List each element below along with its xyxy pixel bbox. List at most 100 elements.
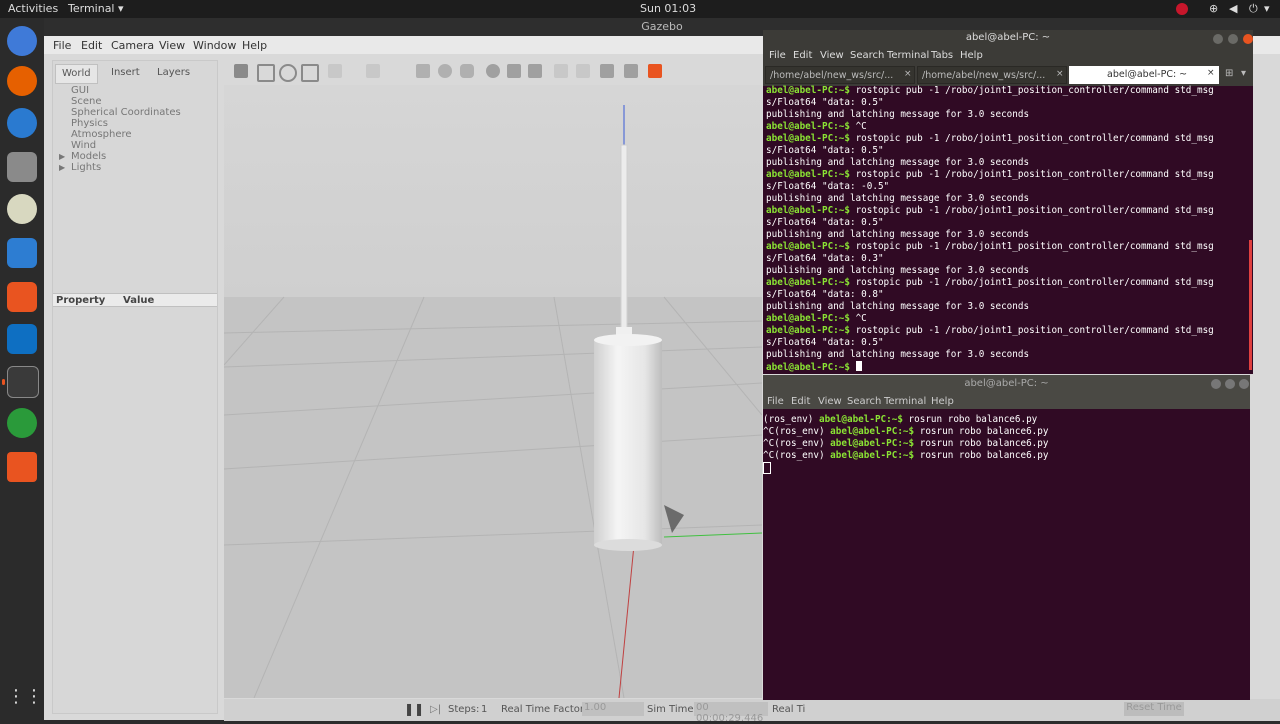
menu-file[interactable]: File xyxy=(53,39,71,52)
point-light-icon[interactable] xyxy=(486,64,500,78)
network-icon[interactable]: ⊕ xyxy=(1209,2,1218,15)
menu-edit[interactable]: Edit xyxy=(81,39,102,52)
tree-item-scene[interactable]: Scene xyxy=(71,96,102,107)
close-icon[interactable] xyxy=(1239,379,1249,389)
box-shape-icon[interactable] xyxy=(416,64,430,78)
spot-light-icon[interactable] xyxy=(507,64,521,78)
tree-item-models[interactable]: Models xyxy=(71,151,106,162)
tab-1[interactable]: /home/abel/new_ws/src/... × xyxy=(765,66,915,84)
step-icon[interactable]: ▷| xyxy=(430,704,441,715)
steps-value[interactable]: 1 xyxy=(481,704,487,715)
translate-tool-icon[interactable] xyxy=(257,64,275,82)
firefox-icon[interactable] xyxy=(7,66,37,96)
terminal-window-2[interactable]: abel@abel-PC: ~ File Edit View Search Te… xyxy=(763,375,1250,700)
tree-item-spherical[interactable]: Spherical Coordinates xyxy=(71,107,181,118)
terminal-line: s/Float64 "data: -0.5" xyxy=(766,181,889,193)
terminal-line: abel@abel-PC:~$ rostopic pub -1 /robo/jo… xyxy=(766,133,1214,145)
expand-arrow-icon[interactable]: ▶ xyxy=(59,163,65,172)
menu-help[interactable]: Help xyxy=(242,39,267,52)
menu-edit[interactable]: Edit xyxy=(793,50,812,61)
terminal-2-output[interactable]: (ros_env) abel@abel-PC:~$ rosrun robo ba… xyxy=(763,411,1250,700)
tab-world[interactable]: World xyxy=(55,64,98,84)
terminal-icon[interactable] xyxy=(2,366,39,398)
menu-view[interactable]: View xyxy=(159,39,185,52)
menu-edit[interactable]: Edit xyxy=(791,396,810,407)
close-icon[interactable] xyxy=(1243,34,1253,44)
rotate-tool-icon[interactable] xyxy=(279,64,297,82)
app-indicator-icon[interactable] xyxy=(1176,3,1188,15)
menu-search[interactable]: Search xyxy=(850,50,884,61)
menu-file[interactable]: File xyxy=(769,50,786,61)
menu-view[interactable]: View xyxy=(818,396,842,407)
paste-icon[interactable] xyxy=(576,64,590,78)
scrollbar[interactable] xyxy=(1249,240,1252,370)
tab-layers[interactable]: Layers xyxy=(151,64,196,82)
tab-insert[interactable]: Insert xyxy=(105,64,146,82)
cylinder-model[interactable] xyxy=(594,340,662,545)
writer-icon[interactable] xyxy=(7,238,37,268)
pause-icon[interactable]: ❚❚ xyxy=(404,702,424,716)
terminal-line: publishing and latching message for 3.0 … xyxy=(766,157,1029,169)
sphere-shape-icon[interactable] xyxy=(438,64,452,78)
menu-terminal[interactable]: Terminal xyxy=(887,50,929,61)
maximize-icon[interactable] xyxy=(1228,34,1238,44)
vscode-icon[interactable] xyxy=(7,324,37,354)
app-icon[interactable] xyxy=(7,452,37,482)
scene-viewport[interactable] xyxy=(224,85,762,698)
chevron-down-icon[interactable]: ▾ xyxy=(1264,2,1270,15)
menu-camera[interactable]: Camera xyxy=(111,39,154,52)
rhythmbox-icon[interactable] xyxy=(7,194,37,224)
select-tool-icon[interactable] xyxy=(234,64,248,78)
reset-time-button[interactable]: Reset Time xyxy=(1124,702,1184,716)
menu-view[interactable]: View xyxy=(820,50,844,61)
menu-window[interactable]: Window xyxy=(193,39,236,52)
clock[interactable]: Sun 01:03 xyxy=(640,2,696,15)
menu-tabs[interactable]: Tabs xyxy=(931,50,953,61)
power-icon[interactable]: ⏻ xyxy=(1249,2,1258,16)
menu-search[interactable]: Search xyxy=(847,396,881,407)
tree-item-wind[interactable]: Wind xyxy=(71,140,96,151)
scale-tool-icon[interactable] xyxy=(301,64,319,82)
terminal-window-1[interactable]: abel@abel-PC: ~ File Edit View Search Te… xyxy=(763,30,1253,374)
gazebo-icon[interactable] xyxy=(7,408,37,438)
tab-3[interactable]: abel@abel-PC: ~ × xyxy=(1069,66,1219,84)
chromium-icon[interactable] xyxy=(7,26,37,56)
tree-item-physics[interactable]: Physics xyxy=(71,118,108,129)
app-menu[interactable]: Terminal ▾ xyxy=(68,2,124,15)
maximize-icon[interactable] xyxy=(1225,379,1235,389)
menu-help[interactable]: Help xyxy=(960,50,983,61)
tree-item-gui[interactable]: GUI xyxy=(71,85,89,96)
software-icon[interactable] xyxy=(7,282,37,312)
tree-item-lights[interactable]: Lights xyxy=(71,162,101,173)
terminal-line: s/Float64 "data: 0.5" xyxy=(766,145,884,157)
thunderbird-icon[interactable] xyxy=(7,108,37,138)
new-tab-icon[interactable]: ⊞ xyxy=(1225,68,1233,79)
redo-icon[interactable] xyxy=(366,64,380,78)
tab-1-label: /home/abel/new_ws/src/... xyxy=(770,70,894,81)
chevron-down-icon[interactable]: ▾ xyxy=(1241,68,1246,79)
tree-item-atmosphere[interactable]: Atmosphere xyxy=(71,129,132,140)
align-icon[interactable] xyxy=(600,64,614,78)
screenshot-icon[interactable] xyxy=(648,64,662,78)
copy-icon[interactable] xyxy=(554,64,568,78)
files-icon[interactable] xyxy=(7,152,37,182)
menu-file[interactable]: File xyxy=(767,396,784,407)
close-icon[interactable]: × xyxy=(1207,68,1215,78)
show-apps-icon[interactable]: ⋮⋮⋮ xyxy=(7,682,61,712)
directional-light-icon[interactable] xyxy=(528,64,542,78)
volume-icon[interactable]: ◀ xyxy=(1229,2,1237,15)
expand-arrow-icon[interactable]: ▶ xyxy=(59,152,65,161)
menu-terminal[interactable]: Terminal xyxy=(884,396,926,407)
undo-icon[interactable] xyxy=(328,64,342,78)
activities-button[interactable]: Activities xyxy=(8,2,58,15)
minimize-icon[interactable] xyxy=(1211,379,1221,389)
close-icon[interactable]: × xyxy=(904,69,912,79)
line-text: publishing and latching message for 3.0 … xyxy=(766,301,1030,312)
terminal-1-output[interactable]: abel@abel-PC:~$ rostopic pub -1 /robo/jo… xyxy=(763,84,1249,374)
close-icon[interactable]: × xyxy=(1056,69,1064,79)
menu-help[interactable]: Help xyxy=(931,396,954,407)
tab-2[interactable]: /home/abel/new_ws/src/... × xyxy=(917,66,1067,84)
snap-icon[interactable] xyxy=(624,64,638,78)
cylinder-shape-icon[interactable] xyxy=(460,64,474,78)
minimize-icon[interactable] xyxy=(1213,34,1223,44)
